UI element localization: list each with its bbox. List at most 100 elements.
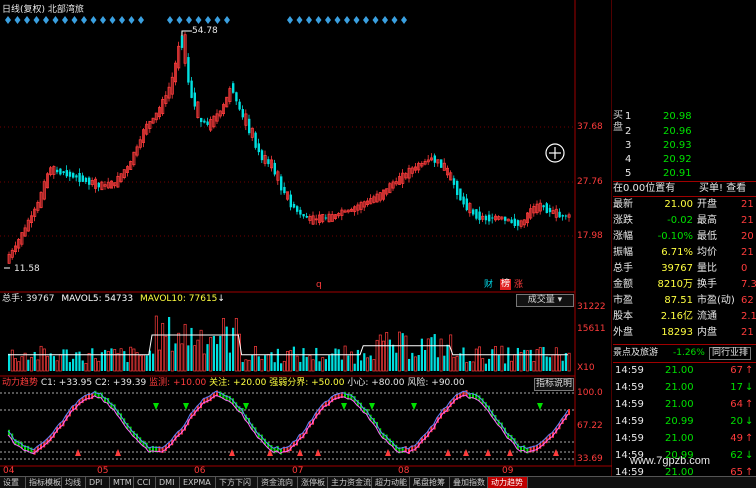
- volume-bar: [494, 346, 497, 372]
- volume-bar: [180, 343, 184, 372]
- candle-body: [254, 132, 257, 148]
- volume-bar: [392, 344, 395, 371]
- volume-bar: [398, 331, 401, 372]
- trade-row: 14:59 21.00 65 ↑: [615, 467, 754, 476]
- signal-diamond: [315, 16, 322, 24]
- bottom-tab[interactable]: CCI: [134, 477, 156, 488]
- bottom-tab[interactable]: 主力资金流: [328, 477, 372, 488]
- volume-bar: [474, 348, 478, 372]
- volume-bar: [119, 348, 123, 372]
- bottom-tab[interactable]: 设置: [0, 477, 26, 488]
- buy-row[interactable]: 1 20.98: [613, 110, 756, 124]
- volume-bar: [91, 348, 94, 371]
- watermark: www.7gpzb.com: [630, 455, 711, 467]
- volume-bar: [411, 352, 414, 371]
- candle-body: [513, 218, 516, 227]
- signal-diamond: [401, 16, 407, 24]
- bottom-tab[interactable]: DPI: [86, 477, 110, 488]
- signal-diamond: [109, 16, 116, 24]
- volume-bar: [97, 360, 101, 372]
- rank-badge[interactable]: 榜: [500, 279, 512, 290]
- buy-row[interactable]: 5 20.91: [613, 167, 756, 181]
- bottom-tab[interactable]: DMI: [156, 477, 180, 488]
- volume-bar: [439, 338, 443, 372]
- bottom-tab[interactable]: 叠加指数: [450, 477, 488, 488]
- volume-bar: [292, 346, 295, 371]
- volume-bar: [222, 318, 225, 372]
- volume-bar: [424, 349, 427, 371]
- signal-diamond: [81, 16, 87, 24]
- volume-bars: [8, 315, 571, 372]
- bottom-tab[interactable]: 涨停板: [298, 477, 328, 488]
- bottom-tab[interactable]: 均线: [62, 477, 86, 488]
- indicator-help-button[interactable]: 指标说明: [534, 378, 574, 391]
- volume-bar: [311, 359, 315, 372]
- bottom-tab[interactable]: 尾盘抢筹: [410, 477, 450, 488]
- bottom-tab[interactable]: 动力趋势: [488, 477, 528, 488]
- volume-bar: [510, 360, 513, 372]
- volume-bar: [36, 359, 40, 372]
- volume-bar: [366, 357, 369, 372]
- bottom-tab[interactable]: 下方下闪: [216, 477, 258, 488]
- limit-up-marker[interactable]: 涨: [514, 280, 523, 291]
- volume-bar: [55, 360, 59, 372]
- candle-body: [187, 57, 190, 83]
- volume-bar: [126, 362, 129, 371]
- volume-bar: [561, 360, 564, 371]
- indicator-axis-tick: 67.22: [577, 421, 603, 431]
- volume-bar: [257, 356, 260, 371]
- candle-body: [462, 196, 465, 205]
- volume-bar: [212, 335, 215, 371]
- signal-diamond: [306, 16, 312, 24]
- indicator-bars: [8, 390, 570, 455]
- volume-bar: [504, 363, 507, 371]
- volume-bar: [39, 345, 43, 372]
- volume-bar: [417, 355, 420, 371]
- volume-bar: [340, 359, 343, 371]
- buy-row[interactable]: 2 20.96: [613, 125, 756, 139]
- volume-bar: [455, 355, 459, 372]
- volume-bar: [154, 315, 158, 372]
- candle-body: [324, 217, 328, 219]
- trade-row: 14:59 21.00 64 ↑: [615, 399, 754, 410]
- view-buy-orders-link[interactable]: 买单! 查看: [699, 182, 746, 196]
- volume-bar: [554, 347, 558, 372]
- buy-row[interactable]: 3 20.93: [613, 139, 756, 153]
- volume-bar: [232, 327, 235, 371]
- volume-bar: [558, 354, 561, 372]
- candle-body: [280, 176, 283, 191]
- volume-bar: [206, 344, 209, 371]
- volume-bar: [282, 360, 286, 372]
- candle-body: [238, 101, 241, 110]
- sector-ranking-tab[interactable]: 同行业排: [709, 347, 752, 360]
- volume-bar: [545, 356, 548, 371]
- volume-indicator-select[interactable]: 成交量 ▾: [516, 294, 574, 307]
- bottom-tab[interactable]: 超力动能: [372, 477, 410, 488]
- volume-bar: [385, 332, 389, 372]
- signal-diamond: [224, 16, 230, 24]
- finance-marker[interactable]: 财: [484, 280, 493, 291]
- event-marker[interactable]: q: [316, 280, 322, 291]
- signal-diamond: [186, 16, 192, 24]
- candle-body: [440, 159, 443, 168]
- volume-bar: [62, 349, 65, 371]
- candle-body: [203, 120, 206, 123]
- sector-row[interactable]: 景点及旅游 -1.26% 同行业排: [613, 346, 756, 360]
- candle-body: [267, 159, 270, 165]
- order-position-row[interactable]: 在0.00位置有 买单! 查看: [613, 182, 756, 196]
- bottom-tab[interactable]: MTM: [110, 477, 134, 488]
- sell-arrow: [369, 403, 375, 410]
- candle-body: [97, 182, 100, 188]
- bottom-tab[interactable]: 资金流向: [258, 477, 298, 488]
- signal-diamond: [100, 16, 106, 24]
- candle-body: [558, 211, 561, 218]
- volume-bar: [408, 358, 411, 371]
- volume-bar: [8, 353, 11, 371]
- buy-row[interactable]: 4 20.92: [613, 153, 756, 167]
- kline-chart[interactable]: [0, 0, 612, 476]
- volume-bar: [65, 349, 68, 371]
- indicator-bar: [568, 409, 570, 416]
- bottom-tab[interactable]: EXPMA: [180, 477, 216, 488]
- bottom-tab[interactable]: 指标模板: [26, 477, 62, 488]
- volume-bar: [433, 334, 436, 371]
